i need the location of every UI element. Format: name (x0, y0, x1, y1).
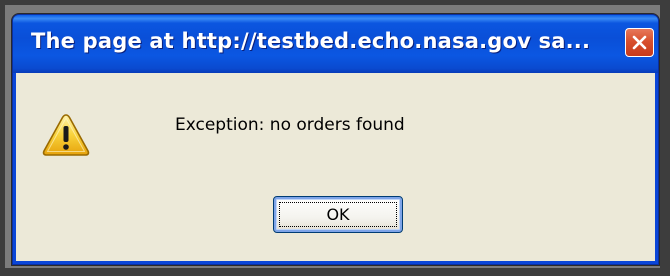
ok-button-label: OK (326, 205, 350, 224)
screenshot-frame: The page at http://testbed.echo.nasa.gov… (0, 0, 670, 276)
dialog-title: The page at http://testbed.echo.nasa.gov… (31, 29, 591, 53)
close-icon (632, 35, 647, 50)
close-button[interactable] (625, 28, 654, 57)
dialog-body: Exception: no orders found OK (16, 73, 655, 261)
dialog-message: Exception: no orders found (175, 115, 405, 135)
dialog-titlebar[interactable]: The page at http://testbed.echo.nasa.gov… (13, 15, 658, 73)
ok-button[interactable]: OK (273, 196, 403, 233)
alert-dialog: The page at http://testbed.echo.nasa.gov… (12, 14, 659, 265)
warning-icon (42, 114, 90, 156)
